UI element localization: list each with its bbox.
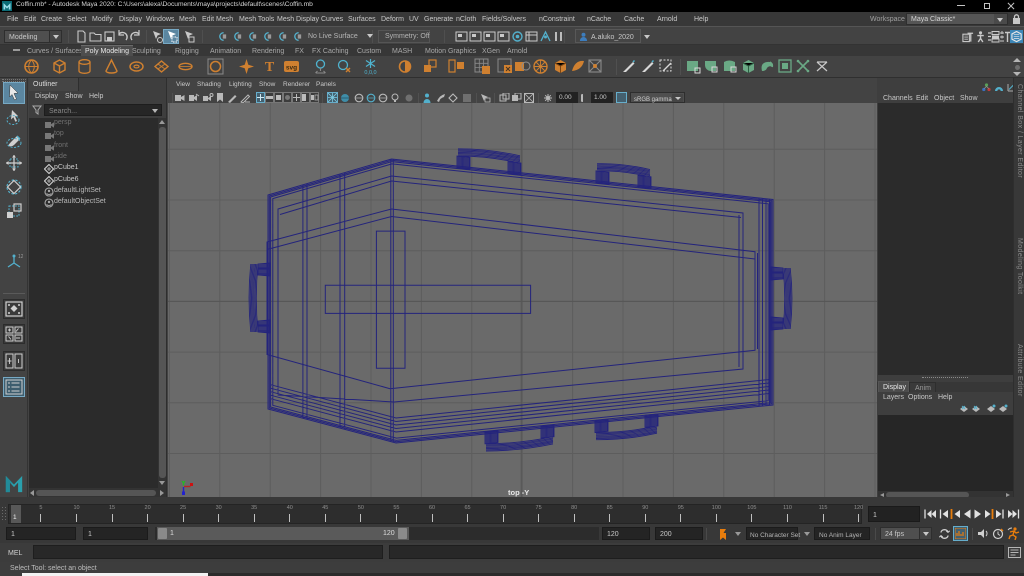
svg-text:12: 12	[18, 254, 23, 260]
svg-text:0,0,0: 0,0,0	[364, 70, 376, 75]
svg-text:svg: svg	[286, 65, 297, 72]
svg-text:T: T	[265, 60, 275, 75]
svg-text:top -Y: top -Y	[508, 488, 529, 497]
